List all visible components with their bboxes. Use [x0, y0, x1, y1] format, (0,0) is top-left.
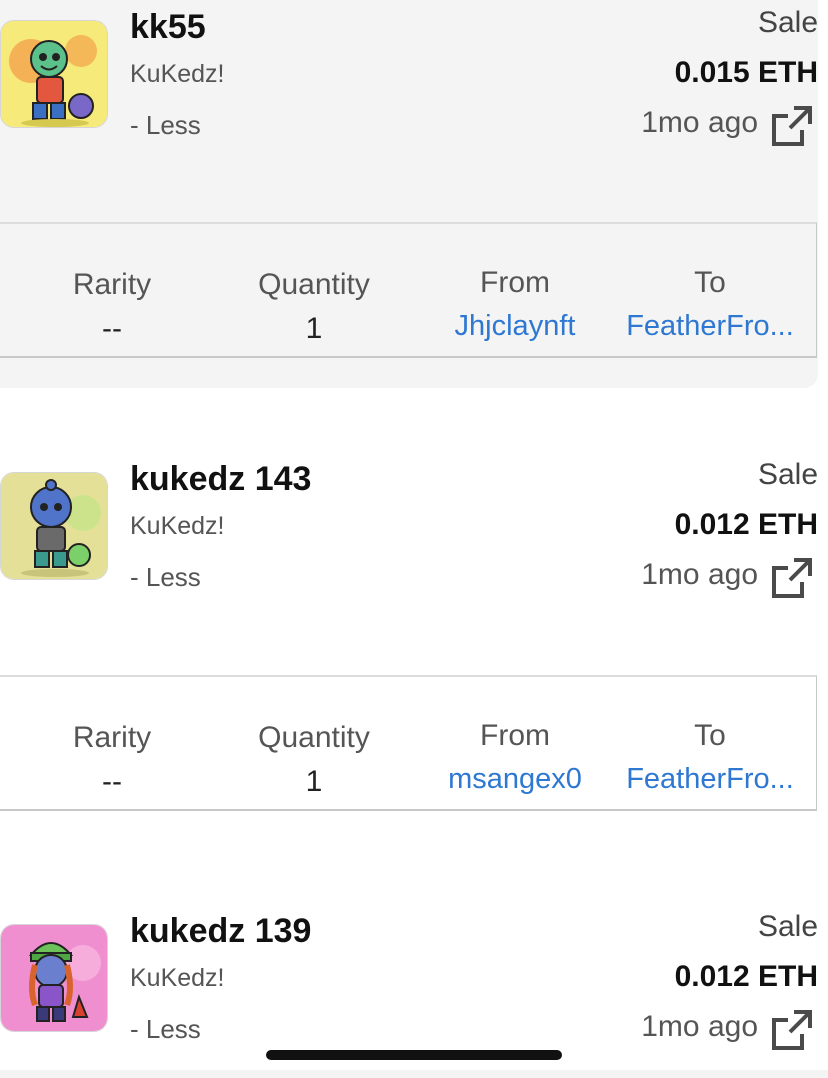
home-indicator[interactable] — [266, 1050, 562, 1060]
rarity-column: Rarity -- — [12, 721, 212, 799]
next-card-edge — [0, 1070, 828, 1078]
quantity-label: Quantity — [258, 721, 370, 754]
collection-name[interactable]: KuKedz! — [130, 964, 225, 993]
event-type: Sale — [757, 6, 818, 39]
quantity-label: Quantity — [258, 268, 370, 301]
less-toggle[interactable]: - Less — [130, 562, 201, 593]
rarity-value: -- — [102, 312, 122, 345]
rarity-label: Rarity — [72, 268, 152, 301]
item-title[interactable]: kukedz 143 — [130, 460, 311, 499]
less-toggle[interactable]: - Less — [130, 110, 201, 141]
item-title[interactable]: kk55 — [130, 8, 206, 47]
nft-thumbnail[interactable] — [0, 472, 108, 580]
time-ago: 1mo ago — [641, 1010, 758, 1043]
rarity-column: Rarity -- — [12, 268, 212, 346]
from-column: From msangex0 — [415, 719, 615, 796]
to-user-link[interactable]: FeatherFro... — [610, 310, 810, 343]
from-user-link[interactable]: Jhjclaynft — [415, 310, 615, 343]
price: 0.012 ETH — [674, 960, 818, 993]
price: 0.012 ETH — [674, 508, 818, 541]
details-table: Rarity -- Quantity 1 From Jhjclaynft To … — [0, 222, 817, 358]
quantity-column: Quantity 1 — [214, 721, 414, 799]
external-link-icon[interactable] — [770, 104, 814, 148]
quantity-value: 1 — [305, 312, 323, 345]
nft-thumbnail[interactable] — [0, 20, 108, 128]
less-toggle[interactable]: - Less — [130, 1014, 201, 1045]
event-type: Sale — [757, 910, 818, 943]
time-ago: 1mo ago — [641, 558, 758, 591]
quantity-column: Quantity 1 — [214, 268, 414, 346]
details-table: Rarity -- Quantity 1 From msangex0 To Fe… — [0, 675, 817, 811]
to-label: To — [694, 266, 726, 299]
to-column: To FeatherFro... — [610, 266, 810, 343]
quantity-value: 1 — [305, 765, 323, 798]
to-user-link[interactable]: FeatherFro... — [610, 763, 810, 796]
collection-name[interactable]: KuKedz! — [130, 512, 225, 541]
from-user-link[interactable]: msangex0 — [415, 763, 615, 796]
external-link-icon[interactable] — [770, 1008, 814, 1052]
price: 0.015 ETH — [674, 56, 818, 89]
rarity-value: -- — [102, 765, 122, 798]
to-label: To — [694, 719, 726, 752]
nft-thumbnail[interactable] — [0, 924, 108, 1032]
from-label: From — [480, 266, 550, 299]
to-column: To FeatherFro... — [610, 719, 810, 796]
collection-name[interactable]: KuKedz! — [130, 60, 225, 89]
rarity-label: Rarity — [72, 721, 152, 754]
item-title[interactable]: kukedz 139 — [130, 912, 311, 951]
external-link-icon[interactable] — [770, 556, 814, 600]
from-label: From — [480, 719, 550, 752]
time-ago: 1mo ago — [641, 106, 758, 139]
event-type: Sale — [757, 458, 818, 491]
from-column: From Jhjclaynft — [415, 266, 615, 343]
